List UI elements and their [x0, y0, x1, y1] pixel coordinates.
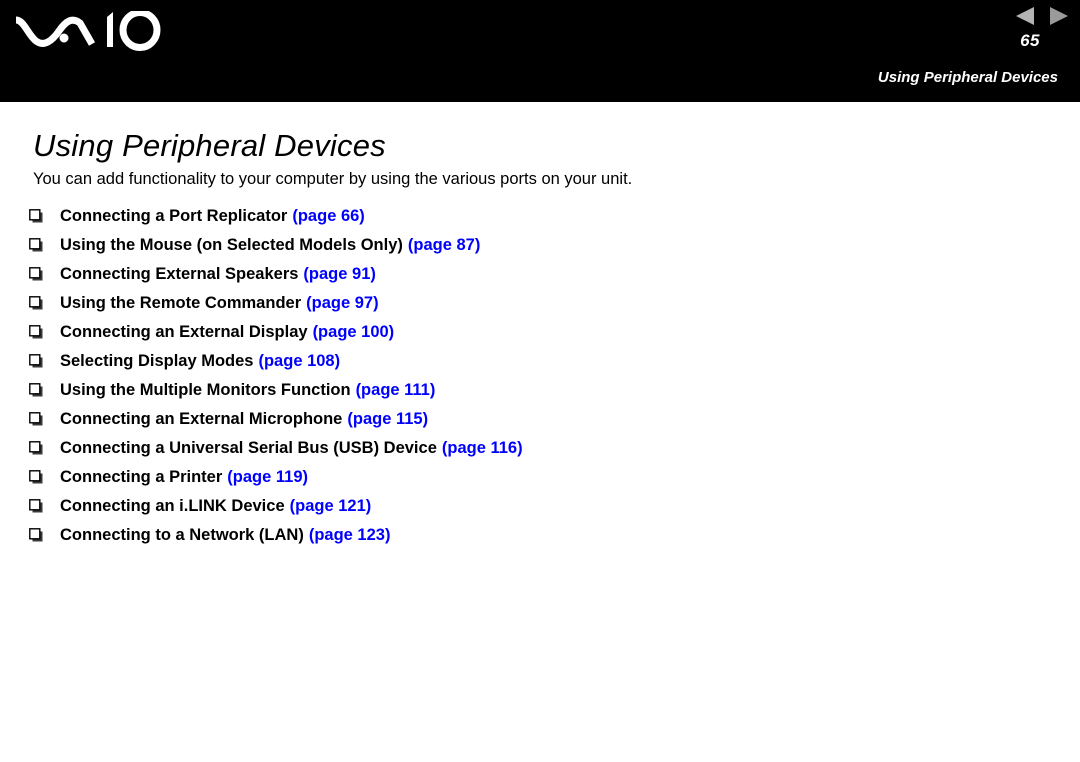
- shadowed-square-bullet-icon: [29, 440, 60, 456]
- running-header-title: Using Peripheral Devices: [877, 69, 1058, 86]
- shadowed-square-bullet-icon: [29, 411, 60, 427]
- shadowed-square-bullet-icon: [29, 353, 60, 369]
- shadowed-square-bullet-icon: [29, 266, 60, 282]
- toc-entry-label: Connecting a Universal Serial Bus (USB) …: [60, 439, 437, 457]
- page-content: Using Peripheral Devices You can add fun…: [0, 102, 1080, 762]
- shadowed-square-bullet-icon: [29, 237, 60, 253]
- toc-entry-page-link[interactable]: (page 100): [313, 323, 395, 342]
- shadowed-square-bullet-icon: [29, 208, 60, 224]
- toc-entry[interactable]: Connecting an External Microphone (page 1…: [29, 410, 1029, 439]
- toc-entry-page-link[interactable]: (page 66): [292, 207, 364, 226]
- next-page-arrow-icon[interactable]: [1050, 7, 1068, 25]
- toc-entry[interactable]: Using the Mouse (on Selected Models Only…: [29, 236, 1029, 265]
- toc-entry-label: Using the Multiple Monitors Function: [60, 381, 351, 399]
- toc-entry-label: Connecting External Speakers: [60, 265, 299, 283]
- toc-entry-page-link[interactable]: (page 115): [347, 410, 428, 429]
- previous-page-arrow-icon[interactable]: [1016, 7, 1034, 25]
- page-number: 65: [1020, 31, 1040, 50]
- toc-entry[interactable]: Connecting an External Display (page 100): [29, 323, 1029, 352]
- toc-entry-page-link[interactable]: (page 119): [227, 468, 308, 487]
- toc-entry[interactable]: Connecting External Speakers (page 91): [29, 265, 1029, 294]
- toc-entry-label: Connecting a Printer: [60, 468, 223, 486]
- toc-entry[interactable]: Using the Remote Commander (page 97): [29, 294, 1029, 323]
- toc-entry-page-link[interactable]: (page 123): [309, 526, 391, 545]
- shadowed-square-bullet-icon: [29, 498, 60, 514]
- toc-entry-page-link[interactable]: (page 121): [290, 497, 372, 516]
- document-header-band: 65 Using Peripheral Devices: [0, 0, 1080, 102]
- toc-entry-page-link[interactable]: (page 97): [306, 294, 378, 313]
- shadowed-square-bullet-icon: [29, 469, 60, 485]
- toc-entry-page-link[interactable]: (page 111): [356, 381, 436, 400]
- table-of-contents-list: Connecting a Port Replicator (page 66) Usi…: [29, 207, 1029, 555]
- vaio-logo: [14, 11, 162, 53]
- toc-entry-page-link[interactable]: (page 87): [408, 236, 480, 255]
- toc-entry-label: Connecting a Port Replicator: [60, 207, 288, 225]
- toc-entry-label: Selecting Display Modes: [60, 352, 254, 370]
- intro-paragraph: You can add functionality to your comput…: [33, 169, 633, 188]
- page-title: Using Peripheral Devices: [33, 127, 386, 163]
- toc-entry-label: Connecting to a Network (LAN): [60, 526, 304, 544]
- shadowed-square-bullet-icon: [29, 527, 60, 543]
- toc-entry[interactable]: Connecting an i.LINK Device (page 121): [29, 497, 1029, 526]
- toc-entry[interactable]: Connecting a Port Replicator (page 66): [29, 207, 1029, 236]
- toc-entry-label: Using the Remote Commander: [60, 294, 302, 312]
- toc-entry[interactable]: Connecting a Universal Serial Bus (USB) …: [29, 439, 1029, 468]
- toc-entry-label: Connecting an i.LINK Device: [60, 497, 285, 515]
- toc-entry[interactable]: Connecting a Printer (page 119): [29, 468, 1029, 497]
- toc-entry[interactable]: Using the Multiple Monitors Function (pag…: [29, 381, 1029, 410]
- toc-entry-label: Connecting an External Microphone: [60, 410, 343, 428]
- toc-entry-page-link[interactable]: (page 116): [442, 439, 523, 458]
- toc-entry-label: Using the Mouse (on Selected Models Only…: [60, 236, 403, 254]
- toc-entry-label: Connecting an External Display: [60, 323, 308, 341]
- shadowed-square-bullet-icon: [29, 324, 60, 340]
- toc-entry-page-link[interactable]: (page 91): [303, 265, 375, 284]
- toc-entry-page-link[interactable]: (page 108): [258, 352, 340, 371]
- toc-entry[interactable]: Selecting Display Modes (page 108): [29, 352, 1029, 381]
- shadowed-square-bullet-icon: [29, 382, 60, 398]
- toc-entry[interactable]: Connecting to a Network (LAN) (page 123): [29, 526, 1029, 555]
- page-navigation: [1016, 7, 1068, 25]
- shadowed-square-bullet-icon: [29, 295, 60, 311]
